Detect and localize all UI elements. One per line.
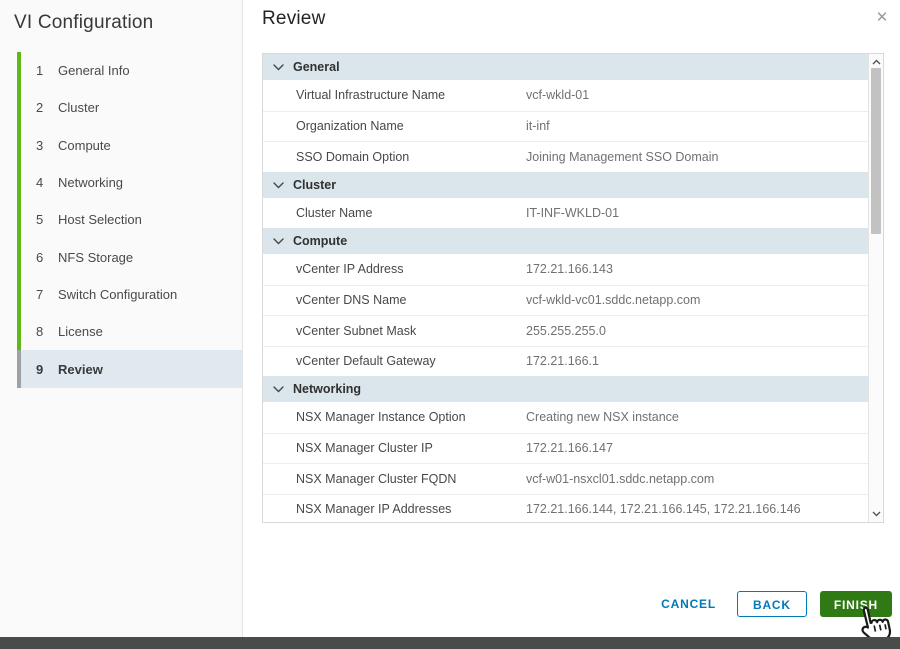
section-header-general[interactable]: General bbox=[263, 54, 868, 80]
review-row-label: SSO Domain Option bbox=[263, 150, 409, 164]
step-label: Host Selection bbox=[58, 212, 142, 227]
sidebar-item-nfs-storage[interactable]: 6 NFS Storage bbox=[17, 238, 242, 275]
step-number: 9 bbox=[36, 362, 50, 377]
close-icon[interactable]: ✕ bbox=[872, 8, 892, 28]
review-row-value: 255.255.255.0 bbox=[526, 324, 606, 338]
review-row-label: NSX Manager Instance Option bbox=[263, 410, 466, 424]
wizard-footer: CANCEL BACK FINISH bbox=[653, 591, 892, 617]
finish-button[interactable]: FINISH bbox=[820, 591, 892, 617]
review-row-label: NSX Manager IP Addresses bbox=[263, 502, 451, 516]
chevron-down-icon bbox=[273, 386, 284, 393]
vi-configuration-wizard: VI Configuration 1 General Info 2 Cluste… bbox=[0, 0, 900, 649]
review-row: Virtual Infrastructure Name vcf-wkld-01 bbox=[263, 80, 868, 111]
step-label: Switch Configuration bbox=[58, 287, 177, 302]
sidebar-item-host-selection[interactable]: 5 Host Selection bbox=[17, 201, 242, 238]
sidebar-item-license[interactable]: 8 License bbox=[17, 313, 242, 350]
review-row: SSO Domain Option Joining Management SSO … bbox=[263, 141, 868, 172]
section-title: Compute bbox=[293, 234, 347, 248]
review-row: NSX Manager IP Addresses 172.21.166.144, … bbox=[263, 494, 868, 524]
step-label: Compute bbox=[58, 138, 111, 153]
review-row-label: Virtual Infrastructure Name bbox=[263, 88, 445, 102]
review-row-value: 172.21.166.144, 172.21.166.145, 172.21.1… bbox=[526, 502, 801, 516]
cancel-button[interactable]: CANCEL bbox=[653, 591, 724, 617]
review-row-value: it-inf bbox=[526, 119, 550, 133]
section-header-cluster[interactable]: Cluster bbox=[263, 172, 868, 198]
review-table: General Virtual Infrastructure Name vcf-wk… bbox=[262, 53, 884, 523]
review-row-value: 172.21.166.1 bbox=[526, 354, 599, 368]
step-number: 4 bbox=[36, 175, 50, 190]
review-row: NSX Manager Instance Option Creating new … bbox=[263, 402, 868, 433]
step-number: 5 bbox=[36, 212, 50, 227]
section-title: General bbox=[293, 60, 340, 74]
step-label: Networking bbox=[58, 175, 123, 190]
sidebar-item-cluster[interactable]: 2 Cluster bbox=[17, 89, 242, 126]
review-row-value: vcf-wkld-01 bbox=[526, 88, 589, 102]
chevron-down-icon bbox=[273, 182, 284, 189]
review-row-value: vcf-w01-nsxcl01.sddc.netapp.com bbox=[526, 472, 714, 486]
sidebar-item-compute[interactable]: 3 Compute bbox=[17, 127, 242, 164]
review-row: vCenter Default Gateway 172.21.166.1 bbox=[263, 346, 868, 377]
sidebar-item-networking[interactable]: 4 Networking bbox=[17, 164, 242, 201]
review-row-value: 172.21.166.147 bbox=[526, 441, 613, 455]
section-title: Networking bbox=[293, 382, 361, 396]
review-panel: Review ✕ General Virtual Infrastructure N… bbox=[243, 0, 900, 637]
review-row-label: Organization Name bbox=[263, 119, 404, 133]
review-row-label: NSX Manager Cluster FQDN bbox=[263, 472, 456, 486]
review-row: vCenter Subnet Mask 255.255.255.0 bbox=[263, 315, 868, 346]
step-number: 7 bbox=[36, 287, 50, 302]
review-row-value: vcf-wkld-vc01.sddc.netapp.com bbox=[526, 293, 700, 307]
review-row-label: vCenter DNS Name bbox=[263, 293, 406, 307]
step-number: 6 bbox=[36, 250, 50, 265]
review-row-label: vCenter Default Gateway bbox=[263, 354, 436, 368]
review-row-label: Cluster Name bbox=[263, 206, 372, 220]
wizard-steps-list: 1 General Info 2 Cluster 3 Compute 4 Net… bbox=[17, 52, 242, 388]
review-row-value: Creating new NSX instance bbox=[526, 410, 679, 424]
step-label: License bbox=[58, 324, 103, 339]
step-label: General Info bbox=[58, 63, 130, 78]
sidebar-item-switch-configuration[interactable]: 7 Switch Configuration bbox=[17, 276, 242, 313]
review-table-content: General Virtual Infrastructure Name vcf-wk… bbox=[263, 54, 868, 522]
chevron-down-icon bbox=[273, 238, 284, 245]
step-number: 1 bbox=[36, 63, 50, 78]
section-header-compute[interactable]: Compute bbox=[263, 228, 868, 254]
review-row-label: NSX Manager Cluster IP bbox=[263, 441, 433, 455]
review-row: Organization Name it-inf bbox=[263, 111, 868, 142]
step-label: Review bbox=[58, 362, 103, 377]
section-header-networking[interactable]: Networking bbox=[263, 376, 868, 402]
section-title: Cluster bbox=[293, 178, 336, 192]
review-row-value: IT-INF-WKLD-01 bbox=[526, 206, 619, 220]
review-row: vCenter DNS Name vcf-wkld-vc01.sddc.netap… bbox=[263, 285, 868, 316]
wizard-sidebar: VI Configuration 1 General Info 2 Cluste… bbox=[0, 0, 243, 637]
review-row: Cluster Name IT-INF-WKLD-01 bbox=[263, 198, 868, 229]
step-number: 8 bbox=[36, 324, 50, 339]
review-row-value: 172.21.166.143 bbox=[526, 262, 613, 276]
sidebar-item-review[interactable]: 9 Review bbox=[17, 350, 242, 387]
back-button[interactable]: BACK bbox=[737, 591, 807, 617]
step-number: 3 bbox=[36, 138, 50, 153]
step-label: NFS Storage bbox=[58, 250, 133, 265]
review-row: NSX Manager Cluster IP 172.21.166.147 bbox=[263, 433, 868, 464]
scrollbar-thumb[interactable] bbox=[871, 68, 881, 234]
review-row: vCenter IP Address 172.21.166.143 bbox=[263, 254, 868, 285]
review-row: NSX Manager Cluster FQDN vcf-w01-nsxcl01.… bbox=[263, 463, 868, 494]
sidebar-item-general-info[interactable]: 1 General Info bbox=[17, 52, 242, 89]
scroll-up-icon[interactable] bbox=[869, 55, 883, 69]
step-label: Cluster bbox=[58, 100, 99, 115]
page-title: Review bbox=[262, 8, 326, 30]
step-number: 2 bbox=[36, 100, 50, 115]
chevron-down-icon bbox=[273, 64, 284, 71]
review-row-value: Joining Management SSO Domain bbox=[526, 150, 718, 164]
review-row-label: vCenter Subnet Mask bbox=[263, 324, 416, 338]
wizard-title: VI Configuration bbox=[14, 12, 153, 34]
review-row-label: vCenter IP Address bbox=[263, 262, 403, 276]
bottom-bar bbox=[0, 637, 900, 649]
scroll-down-icon[interactable] bbox=[869, 507, 883, 521]
scrollbar[interactable] bbox=[868, 54, 883, 522]
